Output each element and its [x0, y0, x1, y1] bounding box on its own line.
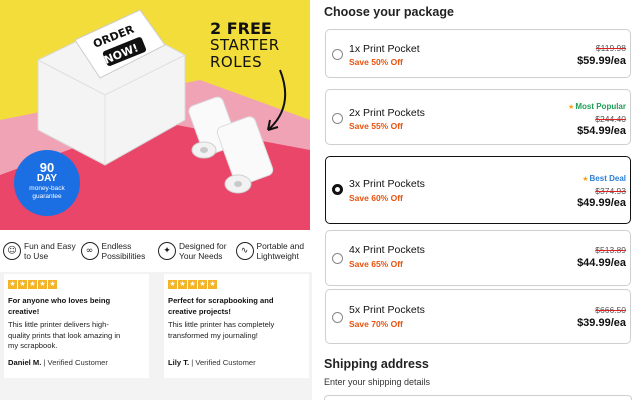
hero-headline: 2 FREE STARTER ROLES	[210, 20, 280, 71]
star-icon: ★	[48, 280, 57, 289]
package-panel: Choose your package 1x Print Pocket Save…	[312, 0, 640, 400]
radio-button[interactable]	[332, 253, 343, 264]
package-price: $39.99/ea	[577, 317, 626, 329]
shipping-subheading: Enter your shipping details	[324, 377, 431, 387]
package-price: $54.99/ea	[577, 125, 626, 137]
package-price: $49.99/ea	[577, 197, 626, 209]
star-rating: ★ ★ ★ ★ ★	[8, 280, 145, 289]
feature-item: ☺ Fun and Easy to Use	[0, 234, 78, 268]
package-savings: Save 55% Off	[349, 121, 403, 131]
package-original-price: $513.89	[595, 245, 626, 255]
package-original-price: $374.93	[595, 186, 626, 196]
review-author: Daniel M. | Verified Customer	[8, 358, 108, 367]
review-author: Lily T. | Verified Customer	[168, 358, 256, 367]
shipping-address-field[interactable]	[324, 395, 632, 400]
package-price: $59.99/ea	[577, 55, 626, 67]
reviews-section: ★ ★ ★ ★ ★ For anyone who loves being crea…	[0, 272, 312, 400]
package-option-3x[interactable]: 3x Print Pockets Save 60% Off ★Best Deal…	[325, 156, 631, 224]
review-title: Perfect for scrapbooking and creative pro…	[168, 296, 274, 316]
verified-label: | Verified Customer	[191, 358, 256, 367]
guarantee-badge: 90 DAY money-back guarantee	[14, 150, 80, 216]
radio-button[interactable]	[332, 49, 343, 60]
feature-item: ✦ Designed for Your Needs	[155, 234, 233, 268]
feature-item: ∞ Endless Possibilities	[78, 234, 156, 268]
star-icon: ★	[208, 280, 217, 289]
best-deal-badge: ★Best Deal	[582, 174, 626, 183]
package-savings: Save 65% Off	[349, 259, 403, 269]
package-option-1x[interactable]: 1x Print Pocket Save 50% Off $119.98 $59…	[325, 29, 631, 78]
verified-label: | Verified Customer	[43, 358, 108, 367]
feature-label: Endless Possibilities	[101, 240, 146, 262]
star-icon: ★	[198, 280, 207, 289]
package-savings: Save 60% Off	[349, 193, 403, 203]
user-heart-icon: ☺	[3, 242, 21, 260]
star-icon: ★	[28, 280, 37, 289]
most-popular-badge: ★Most Popular	[568, 102, 626, 111]
radio-button[interactable]	[332, 312, 343, 323]
feature-label: Designed for Your Needs	[179, 240, 227, 262]
star-icon: ★	[568, 103, 575, 111]
review-card: ★ ★ ★ ★ ★ For anyone who loves being crea…	[4, 274, 149, 378]
package-savings: Save 70% Off	[349, 319, 403, 329]
star-icon: ★	[18, 280, 27, 289]
review-title: For anyone who loves being creative!	[8, 296, 111, 316]
package-savings: Save 50% Off	[349, 57, 403, 67]
feature-label: Fun and Easy to Use	[24, 240, 76, 262]
package-name: 4x Print Pockets	[349, 244, 425, 256]
guarantee-line-1: money-back	[29, 185, 65, 192]
radio-button[interactable]	[332, 113, 343, 124]
package-name: 2x Print Pockets	[349, 107, 425, 119]
star-icon: ★	[582, 175, 589, 183]
review-body: This little printer delivers high-qualit…	[8, 320, 121, 350]
sparkle-hand-icon: ✦	[158, 242, 176, 260]
hero-image: ORDER NOW! 2 FREE STARTER ROLES 90 DAY m…	[0, 0, 310, 230]
guarantee-unit: DAY	[36, 173, 58, 184]
review-card: ★ ★ ★ ★ ★ Perfect for scrapbooking and cr…	[164, 274, 309, 378]
package-name: 3x Print Pockets	[349, 178, 425, 190]
star-rating: ★ ★ ★ ★ ★	[168, 280, 305, 289]
package-option-5x[interactable]: 5x Print Pockets Save 70% Off $666.50 $3…	[325, 289, 631, 344]
package-name: 5x Print Pockets	[349, 304, 425, 316]
package-original-price: $666.50	[595, 305, 626, 315]
star-icon: ★	[38, 280, 47, 289]
shipping-heading: Shipping address	[324, 357, 429, 371]
link-icon: ∿	[235, 242, 254, 260]
feature-label: Portable and Lightweight	[256, 240, 305, 262]
star-icon: ★	[8, 280, 17, 289]
hero-headline-line-1: 2 FREE	[210, 19, 272, 38]
guarantee-line-2: guarantee	[32, 193, 62, 200]
radio-button-selected[interactable]	[332, 184, 343, 195]
star-icon: ★	[178, 280, 187, 289]
feature-item: ∿ Portable and Lightweight	[233, 234, 311, 268]
hero-headline-line-2: STARTER	[210, 36, 280, 54]
star-icon: ★	[188, 280, 197, 289]
package-original-price: $244.40	[595, 114, 626, 124]
package-price: $44.99/ea	[577, 257, 626, 269]
star-icon: ★	[168, 280, 177, 289]
review-body: This little printer has completely transf…	[168, 320, 275, 340]
package-original-price: $119.98	[595, 43, 626, 53]
hero-headline-line-3: ROLES	[210, 53, 263, 71]
package-name: 1x Print Pocket	[349, 43, 420, 55]
package-option-2x[interactable]: 2x Print Pockets Save 55% Off ★Most Popu…	[325, 89, 631, 145]
package-option-4x[interactable]: 4x Print Pockets Save 65% Off $513.89 $4…	[325, 230, 631, 286]
infinity-icon: ∞	[80, 242, 99, 260]
package-heading: Choose your package	[324, 5, 454, 19]
feature-list: ☺ Fun and Easy to Use ∞ Endless Possibilit…	[0, 234, 310, 268]
